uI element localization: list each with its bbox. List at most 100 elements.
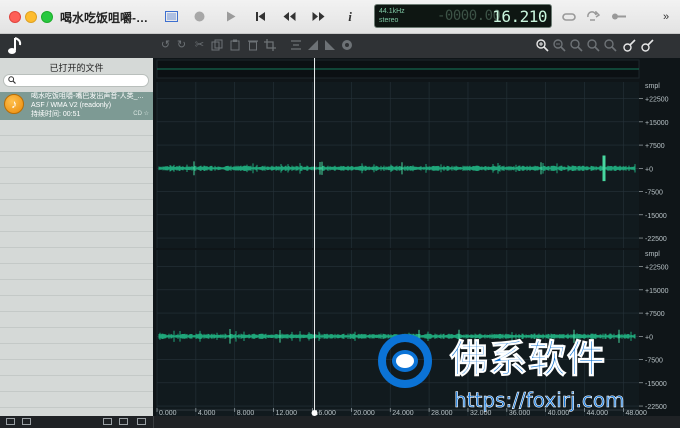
- y-unit-label: smpl: [645, 251, 660, 258]
- file-name: 喝水吃饭咀嚼-嘴巴发出声音-人类_...: [31, 93, 144, 100]
- zoom-fit-icon: [570, 39, 583, 52]
- zoom-vertical-out-button[interactable]: [604, 39, 617, 52]
- cut-button[interactable]: ✂: [193, 39, 206, 52]
- zoom-reset-icon: [604, 39, 617, 52]
- time-display: 44.1kHz stereo -0000.00 16.210: [374, 4, 552, 28]
- channel-1-background: [157, 82, 639, 248]
- zoom-vertical-in-button[interactable]: [587, 39, 600, 52]
- go-to-start-button[interactable]: [251, 8, 269, 25]
- undo-button[interactable]: ↺: [159, 39, 172, 52]
- redo-button[interactable]: ↻: [175, 39, 188, 52]
- watermark: 佛系软件 https://foxirj.com: [372, 328, 672, 418]
- chevron-right-icon: »: [662, 10, 670, 23]
- watermark-logo-center: [392, 350, 418, 372]
- undo-icon: ↺: [160, 39, 171, 51]
- time-placeholder: -0000.00: [437, 8, 501, 24]
- search-icon: [8, 76, 16, 84]
- copy-icon: [211, 39, 222, 51]
- play-button[interactable]: [222, 8, 240, 25]
- y-tick-label: +22500: [645, 97, 669, 104]
- fade-in-button[interactable]: [306, 39, 319, 52]
- marker-icon: [623, 39, 636, 52]
- watermark-brand: 佛系软件: [449, 337, 607, 382]
- info-icon: i: [348, 8, 352, 24]
- crop-icon: [263, 39, 276, 51]
- status-divider: [153, 416, 154, 428]
- skip-back-icon: [255, 12, 265, 21]
- zoom-icon: [587, 39, 600, 52]
- title-bar: 喝水吃饭咀嚼-嘴巴发出声音-人类... i 44.1kHz stereo -0: [0, 0, 680, 34]
- file-format: ASF / WMA V2 (readonly): [31, 102, 112, 109]
- y-tick-label: +15000: [645, 120, 669, 127]
- close-window-button[interactable]: [9, 11, 21, 23]
- audio-file-icon: ♪: [4, 94, 24, 114]
- record-icon: [194, 11, 204, 22]
- audio-editor-window: 喝水吃饭咀嚼-嘴巴发出声音-人类... i 44.1kHz stereo -0: [0, 0, 680, 428]
- toolbar-overflow-button[interactable]: »: [657, 8, 675, 25]
- loop-icon: [562, 12, 576, 21]
- watermark-url: https://foxirj.com: [454, 388, 625, 413]
- region-button[interactable]: [641, 39, 654, 52]
- effects-icon: [341, 40, 352, 50]
- list-item-file[interactable]: ♪ 喝水吃饭咀嚼-嘴巴发出声音-人类_... ASF / WMA V2 (rea…: [0, 92, 153, 120]
- y-tick-label: +7500: [645, 311, 665, 318]
- minimize-window-button[interactable]: [25, 11, 37, 23]
- y-unit-label: smpl: [645, 83, 660, 90]
- fade-in-icon: [307, 40, 318, 50]
- redo-icon: ↻: [176, 39, 187, 51]
- y-tick-label: +7500: [645, 143, 665, 150]
- file-list-empty-rows: [0, 120, 153, 416]
- repeat-icon: [587, 11, 600, 21]
- repeat-button[interactable]: [584, 8, 602, 25]
- marker-button[interactable]: [623, 39, 636, 52]
- paste-icon: [230, 39, 239, 51]
- y-tick-label: -7500: [645, 190, 663, 197]
- rewind-icon: [283, 12, 295, 21]
- y-tick-label: +22500: [645, 265, 669, 272]
- format-readout: 44.1kHz stereo: [379, 7, 405, 25]
- region-icon: [641, 39, 654, 52]
- current-time: 16.210: [492, 7, 547, 26]
- show-sidebar-button[interactable]: [162, 8, 180, 25]
- image-view-icon[interactable]: [119, 418, 128, 425]
- normalize-button[interactable]: [289, 39, 302, 52]
- zoom-out-button[interactable]: [553, 39, 566, 52]
- zoom-window-button[interactable]: [41, 11, 53, 23]
- copy-button[interactable]: [210, 39, 223, 52]
- normalize-icon: [290, 40, 301, 50]
- fast-forward-button[interactable]: [309, 8, 327, 25]
- edit-toolbar: ↺ ↻ ✂: [153, 34, 680, 58]
- output-button[interactable]: [610, 8, 628, 25]
- zoom-fit-button[interactable]: [570, 39, 583, 52]
- info-button[interactable]: i: [341, 8, 359, 25]
- grid-view-icon[interactable]: [6, 418, 15, 425]
- list-view-icon[interactable]: [22, 418, 31, 425]
- y-tick-label: +0: [645, 166, 653, 173]
- window-title: 喝水吃饭咀嚼-嘴巴发出声音-人类...: [60, 11, 152, 25]
- sidebar: 已打开的文件 ♪ 喝水吃饭咀嚼-嘴巴发出声音-人类_... ASF / WMA …: [0, 58, 153, 416]
- loop-button[interactable]: [560, 8, 578, 25]
- file-duration: 持续时间: 00:51: [31, 111, 81, 118]
- scissors-icon: ✂: [194, 39, 205, 51]
- paste-button[interactable]: [228, 39, 241, 52]
- music-note-icon: [8, 37, 22, 54]
- effects-button[interactable]: [340, 39, 353, 52]
- fade-out-icon: [324, 40, 335, 50]
- fast-forward-icon: [312, 12, 324, 21]
- search-input[interactable]: [3, 74, 149, 87]
- channel-mode: stereo: [379, 17, 399, 24]
- play-icon: [227, 11, 236, 22]
- zoom-selection-button[interactable]: [536, 39, 549, 52]
- detail-view-icon[interactable]: [137, 418, 146, 425]
- rewind-button[interactable]: [280, 8, 298, 25]
- sample-rate: 44.1kHz: [379, 8, 405, 15]
- delete-button[interactable]: [246, 39, 259, 52]
- opened-files-title: 已打开的文件: [49, 63, 104, 73]
- zoom-in-icon: [536, 39, 549, 52]
- spectrum-view-icon[interactable]: [103, 418, 112, 425]
- crop-button[interactable]: [263, 39, 276, 52]
- y-tick-label: +15000: [645, 288, 669, 295]
- record-button[interactable]: [190, 8, 208, 25]
- zoom-out-icon: [553, 39, 566, 52]
- fade-out-button[interactable]: [323, 39, 336, 52]
